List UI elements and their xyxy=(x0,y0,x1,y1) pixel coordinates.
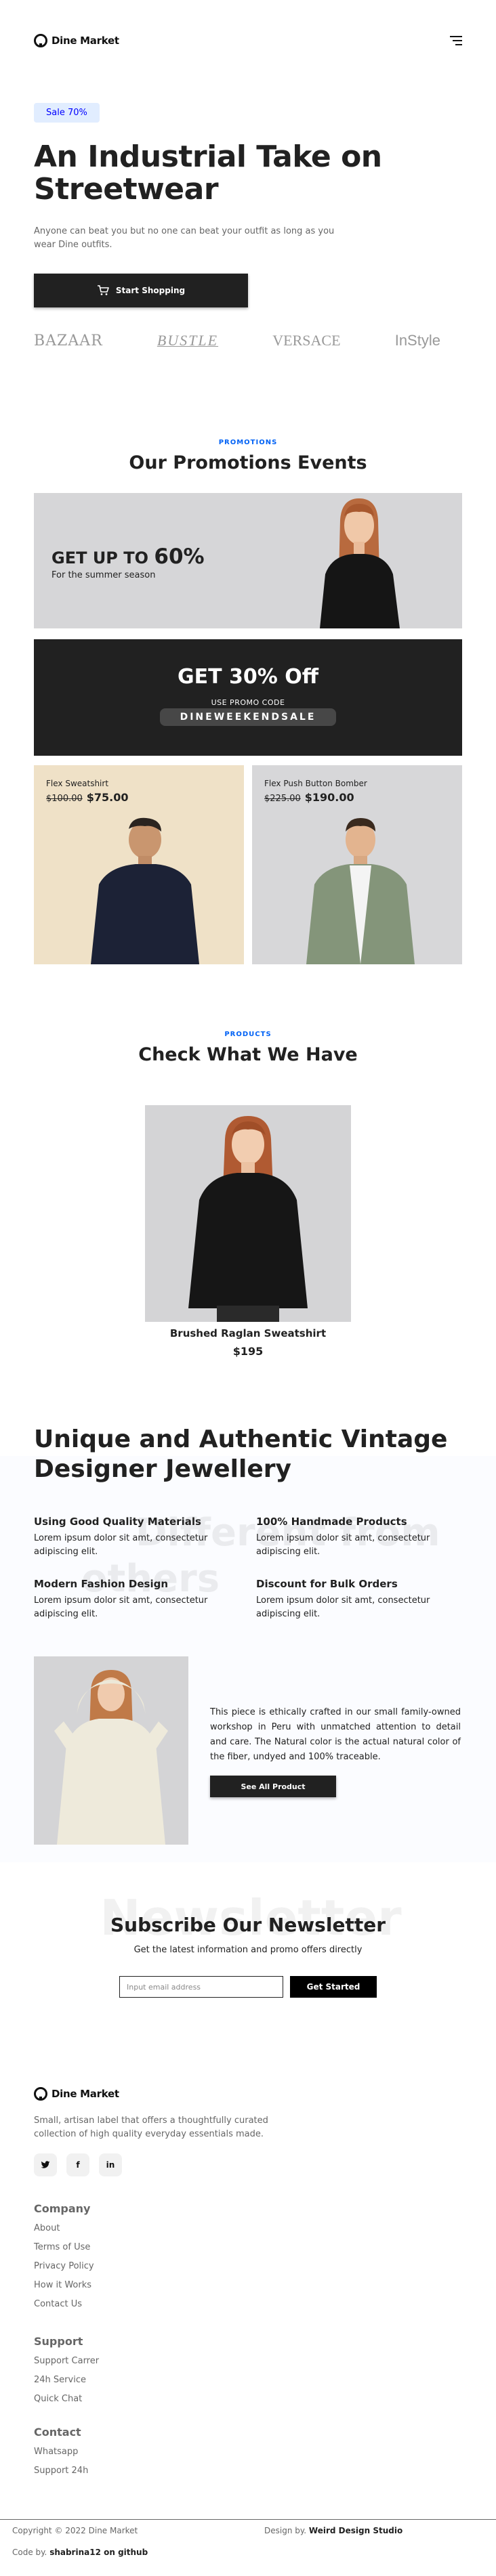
jewellery-image xyxy=(34,1656,188,1845)
start-shopping-button[interactable]: Start Shopping xyxy=(34,274,248,307)
feature-title: Modern Fashion Design xyxy=(34,1578,168,1590)
product-model-image xyxy=(188,1116,308,1322)
newsletter-title: Subscribe Our Newsletter xyxy=(110,1914,386,1936)
sale-badge: Sale 70% xyxy=(34,103,100,123)
site-header: Dine Market xyxy=(34,30,462,51)
email-input[interactable] xyxy=(119,1976,283,1998)
promo2-title: GET 30% Off xyxy=(177,665,319,689)
promo1-prefix: GET UP TO xyxy=(51,549,149,567)
facebook-icon[interactable]: f xyxy=(66,2153,89,2176)
feature-item: Modern Fashion Design Lorem ipsum dolor … xyxy=(34,1578,230,1621)
feature-title: Using Good Quality Materials xyxy=(34,1516,201,1528)
promo-card-sweatshirt[interactable]: Flex Sweatshirt $100.00 $75.00 xyxy=(34,765,244,964)
card-old-price: $225.00 xyxy=(264,794,301,804)
card-old-price: $100.00 xyxy=(46,794,83,804)
get-started-button[interactable]: Get Started xyxy=(290,1976,377,1998)
feature-text: Lorem ipsum dolor sit amt, consectetur a… xyxy=(34,1533,208,1557)
promo1-subtitle: For the summer season xyxy=(51,570,156,580)
promotions-title: Our Promotions Events xyxy=(129,452,367,473)
promo2-code-label: USE PROMO CODE xyxy=(211,698,285,707)
brand-logo-bazaar: BAZAAR xyxy=(34,332,103,349)
brand-logo-bustle: BUSTLE xyxy=(157,332,219,349)
promo1-percent: 60% xyxy=(154,544,205,569)
products-title: Check What We Have xyxy=(138,1044,358,1065)
hero-description: Anyone can beat you but no one can beat … xyxy=(34,226,335,250)
feature-text: Lorem ipsum dolor sit amt, consectetur a… xyxy=(256,1533,430,1557)
promo-card-image xyxy=(306,818,415,964)
promo-banner-summer[interactable]: GET UP TO 60% For the summer season xyxy=(34,493,462,628)
feature-item: 100% Handmade Products Lorem ipsum dolor… xyxy=(256,1516,453,1559)
footer-link-support-24h[interactable]: Support 24h xyxy=(34,2466,88,2476)
footer-link-terms[interactable]: Terms of Use xyxy=(34,2242,94,2252)
code-name: shabrina12 on github xyxy=(49,2548,148,2557)
feature-title: 100% Handmade Products xyxy=(256,1516,407,1528)
brand-logos: BAZAAR BUSTLE VERSACE InStyle xyxy=(34,332,440,349)
footer-link-24h-service[interactable]: 24h Service xyxy=(34,2375,99,2385)
product-price: $195 xyxy=(232,1345,264,1358)
start-shopping-label: Start Shopping xyxy=(115,286,186,295)
card-new-price: $75.00 xyxy=(86,791,129,804)
promo-card-bomber[interactable]: Flex Push Button Bomber $225.00 $190.00 xyxy=(252,765,462,964)
facebook-glyph: f xyxy=(76,2160,80,2170)
brand-name: Dine Market xyxy=(51,35,119,47)
design-credit: Design by. Weird Design Studio xyxy=(264,2526,402,2535)
footer-link-quick-chat[interactable]: Quick Chat xyxy=(34,2394,99,2404)
brand-logo-versace: VERSACE xyxy=(272,332,341,349)
hero-title: An Industrial Take on Streetwear xyxy=(34,139,382,207)
footer-link-support-carrer[interactable]: Support Carrer xyxy=(34,2356,99,2366)
promo-banner-code[interactable]: GET 30% Off USE PROMO CODE DINEWEEKENDSA… xyxy=(34,639,462,756)
footer-support-heading: Support xyxy=(34,2335,83,2348)
card-name: Flex Push Button Bomber xyxy=(264,779,367,788)
card-name: Flex Sweatshirt xyxy=(46,779,109,788)
footer-link-whatsapp[interactable]: Whatsapp xyxy=(34,2447,88,2457)
footer-link-contact[interactable]: Contact Us xyxy=(34,2299,94,2309)
social-links: f in xyxy=(34,2153,122,2176)
page: Dine Market Sale 70% An Industrial Take … xyxy=(0,0,496,2576)
product-image[interactable] xyxy=(145,1105,351,1322)
products-eyebrow: PRODUCTS xyxy=(224,1031,272,1038)
brand-logo[interactable]: Dine Market xyxy=(34,34,119,47)
copyright: Copyright © 2022 Dine Market xyxy=(12,2526,138,2535)
footer-contact-heading: Contact xyxy=(34,2426,81,2439)
jewellery-description: This piece is ethically crafted in our s… xyxy=(210,1707,461,1762)
design-name: Weird Design Studio xyxy=(308,2526,403,2535)
brand-logo-instyle: InStyle xyxy=(394,332,440,349)
see-all-product-button[interactable]: See All Product xyxy=(210,1776,336,1797)
newsletter-subtitle: Get the latest information and promo off… xyxy=(133,1945,363,1955)
footer-link-about[interactable]: About xyxy=(34,2223,94,2233)
footer-support-column: Support Support Carrer 24h Service Quick… xyxy=(34,2335,99,2413)
design-label: Design by. xyxy=(264,2526,307,2535)
linkedin-glyph: in xyxy=(106,2160,115,2170)
footer-link-how-it-works[interactable]: How it Works xyxy=(34,2280,94,2290)
logo-mark-icon xyxy=(34,2087,47,2101)
linkedin-icon[interactable]: in xyxy=(99,2153,122,2176)
footer-tagline: Small, artisan label that offers a thoug… xyxy=(34,2116,268,2139)
card-new-price: $190.00 xyxy=(304,791,354,804)
jewellery-model-image xyxy=(54,1670,168,1845)
promo-code: DINEWEEKENDSALE xyxy=(159,708,337,726)
feature-item: Discount for Bulk Orders Lorem ipsum dol… xyxy=(256,1578,453,1621)
footer-brand-logo[interactable]: Dine Market xyxy=(34,2087,119,2101)
footer-company-heading: Company xyxy=(34,2202,91,2215)
code-credit: Code by. shabrina12 on github xyxy=(12,2548,148,2557)
code-label: Code by. xyxy=(12,2548,47,2557)
feature-text: Lorem ipsum dolor sit amt, consectetur a… xyxy=(34,1595,208,1619)
logo-mark-icon xyxy=(34,34,47,47)
promo-card-image xyxy=(91,817,199,964)
footer-brand-name: Dine Market xyxy=(51,2088,119,2100)
footer-link-privacy[interactable]: Privacy Policy xyxy=(34,2261,94,2271)
footer-divider xyxy=(0,2519,496,2520)
hamburger-menu-icon[interactable] xyxy=(450,36,462,45)
twitter-icon[interactable] xyxy=(34,2153,57,2176)
footer-contact-column: Contact Whatsapp Support 24h xyxy=(34,2426,88,2485)
jewellery-title: Unique and Authentic Vintage Designer Je… xyxy=(34,1425,448,1483)
feature-title: Discount for Bulk Orders xyxy=(256,1578,398,1590)
feature-item: Using Good Quality Materials Lorem ipsum… xyxy=(34,1516,230,1559)
footer-company-column: Company About Terms of Use Privacy Polic… xyxy=(34,2202,94,2318)
promo-model-image xyxy=(320,498,400,628)
cart-icon xyxy=(97,285,109,296)
promotions-eyebrow: PROMOTIONS xyxy=(218,439,278,446)
product-name[interactable]: Brushed Raglan Sweatshirt xyxy=(0,1327,496,1339)
feature-text: Lorem ipsum dolor sit amt, consectetur a… xyxy=(256,1595,430,1619)
